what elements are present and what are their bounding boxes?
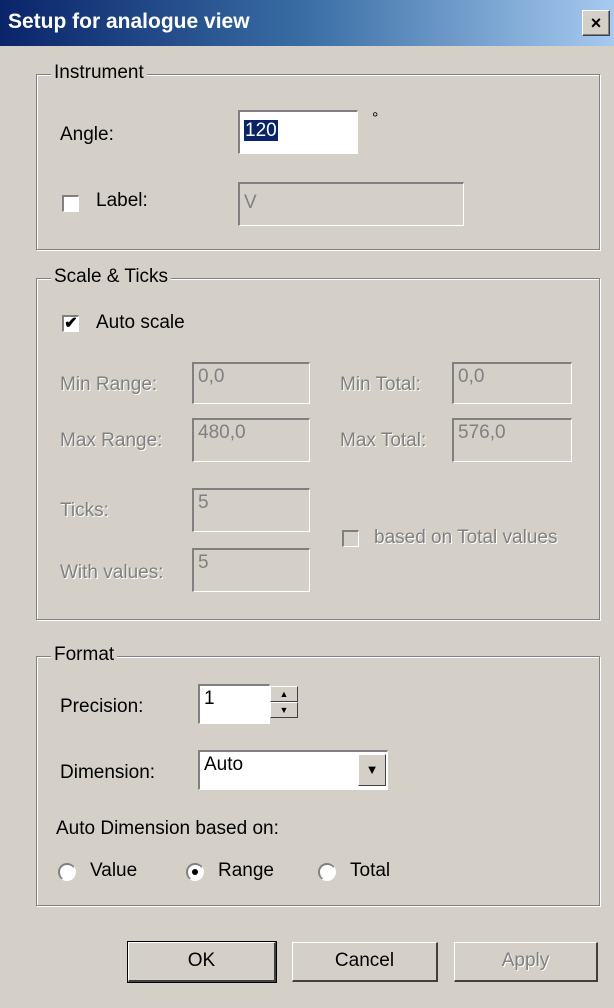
min-total-label: Min Total: <box>340 374 421 395</box>
label-checkbox[interactable] <box>62 195 79 212</box>
spin-down-icon[interactable]: ▼ <box>270 702 298 718</box>
ticks-label: Ticks: <box>60 500 109 521</box>
radio-value[interactable] <box>58 863 76 881</box>
instrument-legend: Instrument <box>51 62 147 84</box>
min-total-value: 0,0 <box>458 366 485 387</box>
window-title: Setup for analogue view <box>8 10 250 33</box>
apply-button[interactable]: Apply <box>454 942 598 982</box>
angle-input[interactable]: 120 <box>238 110 358 154</box>
label-checkbox-label: Label: <box>96 190 148 211</box>
angle-value: 120 <box>244 120 278 141</box>
ok-button[interactable]: OK <box>127 941 277 983</box>
ticks-value: 5 <box>198 492 209 513</box>
label-value: V <box>244 192 257 213</box>
label-input[interactable]: V <box>238 182 464 226</box>
radio-total-label: Total <box>350 860 391 881</box>
min-range-value: 0,0 <box>198 366 225 387</box>
precision-label: Precision: <box>60 696 144 717</box>
radio-total[interactable] <box>318 863 336 881</box>
radio-selected-dot <box>192 869 198 875</box>
radio-value-label: Value <box>90 860 138 881</box>
precision-spinner[interactable]: ▲ ▼ <box>270 686 300 720</box>
min-range-input[interactable]: 0,0 <box>192 362 310 404</box>
angle-label: Angle: <box>60 124 114 145</box>
close-button[interactable]: × <box>582 10 610 36</box>
dimension-label: Dimension: <box>60 762 156 783</box>
max-total-value: 576,0 <box>458 422 506 443</box>
min-range-label: Min Range: <box>60 374 158 395</box>
ticks-input[interactable]: 5 <box>192 488 310 532</box>
with-values-value: 5 <box>198 552 209 573</box>
auto-scale-label: Auto scale <box>96 312 185 333</box>
dialog-window: Setup for analogue view × Instrument Ang… <box>0 0 614 1008</box>
radio-range-label: Range <box>218 860 274 881</box>
max-range-label: Max Range: <box>60 430 163 451</box>
max-range-input[interactable]: 480,0 <box>192 418 310 462</box>
max-range-value: 480,0 <box>198 422 246 443</box>
format-legend: Format <box>51 644 118 666</box>
check-icon: ✔ <box>64 315 78 332</box>
title-bar[interactable]: Setup for analogue view × <box>0 0 614 46</box>
max-total-label: Max Total: <box>340 430 427 451</box>
cancel-button[interactable]: Cancel <box>292 942 438 982</box>
dimension-value: Auto <box>204 754 244 775</box>
close-icon: × <box>590 13 602 33</box>
spin-up-icon[interactable]: ▲ <box>270 686 298 702</box>
radio-range[interactable] <box>186 863 204 881</box>
based-on-total-checkbox[interactable] <box>342 530 359 547</box>
chevron-down-icon: ▼ <box>365 762 379 777</box>
auto-scale-checkbox[interactable]: ✔ <box>62 315 79 332</box>
auto-dimension-label: Auto Dimension based on: <box>56 818 279 839</box>
with-values-label: With values: <box>60 562 164 583</box>
with-values-input[interactable]: 5 <box>192 548 310 592</box>
max-total-input[interactable]: 576,0 <box>452 418 572 462</box>
scale-ticks-legend: Scale & Ticks <box>51 266 172 288</box>
precision-input[interactable]: 1 <box>198 684 270 724</box>
min-total-input[interactable]: 0,0 <box>452 362 572 404</box>
angle-unit: ° <box>372 110 379 127</box>
based-on-total-label: based on Total values <box>374 527 558 548</box>
precision-value: 1 <box>204 688 215 709</box>
dimension-dropdown-button[interactable]: ▼ <box>358 754 386 786</box>
